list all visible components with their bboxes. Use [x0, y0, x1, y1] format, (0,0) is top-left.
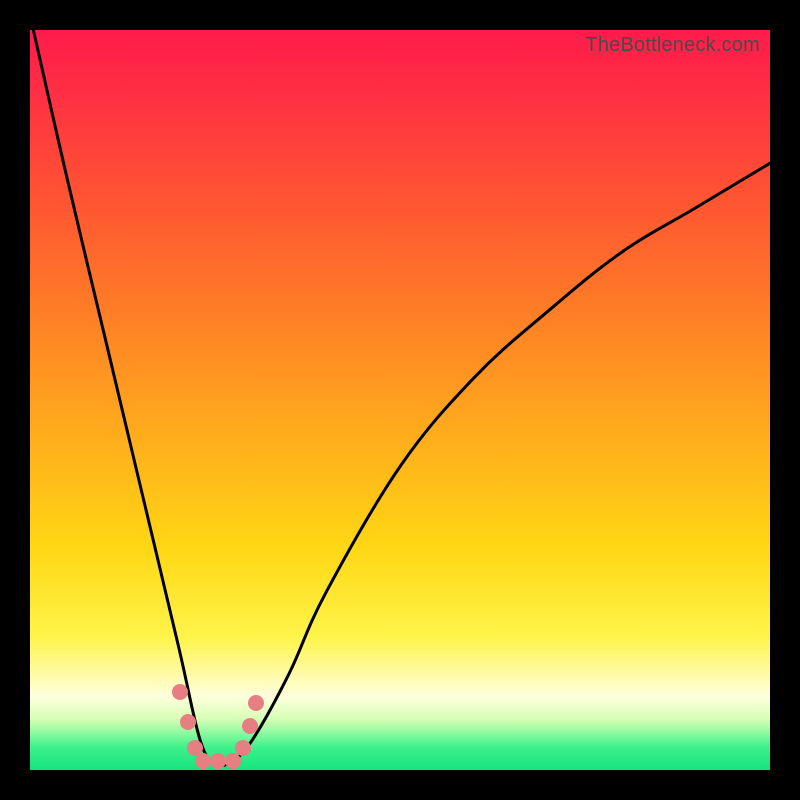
- chart-plot-area: TheBottleneck.com: [30, 30, 770, 770]
- highlight-dot: [210, 753, 226, 769]
- highlight-dot: [172, 684, 188, 700]
- highlight-dot: [225, 753, 241, 769]
- highlight-dots-layer: [30, 30, 770, 770]
- highlight-dot: [195, 753, 211, 769]
- highlight-dot: [248, 695, 264, 711]
- highlight-dot: [235, 740, 251, 756]
- highlight-dot: [180, 714, 196, 730]
- highlight-dot: [242, 718, 258, 734]
